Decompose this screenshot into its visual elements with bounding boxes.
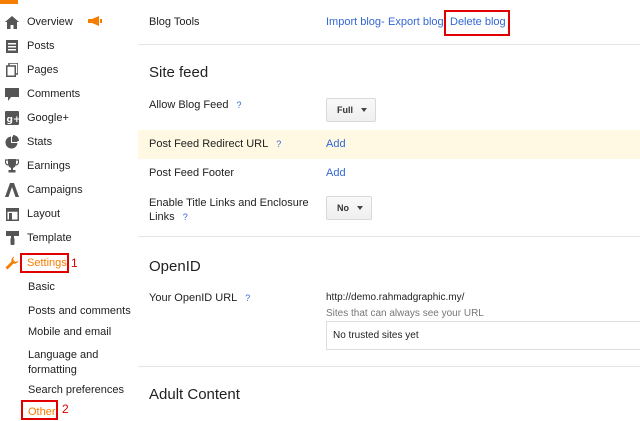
post-feed-redirect-label: Post Feed Redirect URL?	[149, 138, 281, 150]
enclosure-links-text-1: Enable Title Links and Enclosure	[149, 197, 309, 209]
template-icon	[5, 231, 19, 245]
settings-sub-mobile-email[interactable]: Mobile and email	[28, 325, 111, 340]
allow-blog-feed-select[interactable]: Full	[326, 98, 376, 122]
trophy-icon	[5, 159, 19, 173]
caret-down-icon	[361, 108, 367, 112]
help-icon[interactable]: ?	[183, 212, 188, 222]
post-feed-footer-label: Post Feed Footer	[149, 167, 234, 179]
wrench-icon	[5, 256, 19, 270]
annotation-number-2: 2	[62, 402, 69, 416]
blog-tools-label: Blog Tools	[149, 16, 200, 28]
settings-sub-language-formatting[interactable]: Language and formatting	[28, 348, 108, 378]
comments-icon	[5, 87, 19, 101]
annotation-box-other	[21, 400, 58, 420]
home-icon	[5, 15, 19, 29]
import-blog-link[interactable]: Import blog	[326, 16, 381, 28]
post-feed-redirect-text: Post Feed Redirect URL	[149, 138, 269, 150]
enclosure-links-text-2: Links	[149, 211, 175, 223]
openid-url-label: Your OpenID URL?	[149, 292, 250, 304]
annotation-box-delete	[444, 10, 510, 36]
settings-sub-posts-comments[interactable]: Posts and comments	[28, 304, 131, 319]
allow-blog-feed-label: Allow Blog Feed?	[149, 99, 242, 111]
sidebar-item-earnings[interactable]: Earnings	[0, 155, 70, 177]
annotation-box-settings	[20, 253, 69, 273]
export-blog-link[interactable]: Export blog	[388, 16, 444, 28]
divider	[138, 366, 640, 367]
sidebar-item-layout[interactable]: Layout	[0, 203, 60, 225]
openid-url-value: http://demo.rahmadgraphic.my/	[326, 292, 465, 303]
enclosure-links-value: No	[337, 203, 349, 213]
active-indicator	[0, 0, 18, 4]
trusted-sites-box: No trusted sites yet	[326, 321, 640, 350]
post-feed-footer-add-link[interactable]: Add	[326, 167, 346, 179]
stats-icon	[5, 135, 19, 149]
google-plus-icon: g+	[5, 111, 19, 125]
svg-text:g+: g+	[7, 115, 20, 125]
help-icon[interactable]: ?	[245, 293, 250, 303]
post-feed-redirect-add-link[interactable]: Add	[326, 138, 346, 150]
sidebar-item-label: Overview	[27, 16, 73, 28]
sidebar-item-label: Stats	[27, 136, 53, 148]
divider	[138, 236, 640, 237]
sidebar-item-label: Google+	[27, 112, 69, 124]
sidebar-item-comments[interactable]: Comments	[0, 83, 80, 105]
trusted-sites-text: No trusted sites yet	[333, 330, 419, 341]
sidebar-item-label: Posts	[27, 40, 55, 52]
divider	[138, 44, 640, 45]
megaphone-icon	[87, 15, 102, 29]
enclosure-links-text-2-row: Links?	[149, 210, 309, 224]
allow-blog-feed-text: Allow Blog Feed	[149, 99, 229, 111]
sidebar-item-stats[interactable]: Stats	[0, 131, 52, 153]
link-separator: -	[381, 16, 385, 28]
openid-hint: Sites that can always see your URL	[326, 308, 484, 319]
sidebar: Overview Posts Pages Comments g+ Google+…	[0, 0, 138, 421]
sidebar-item-pages[interactable]: Pages	[0, 59, 58, 81]
settings-sub-basic[interactable]: Basic	[28, 280, 55, 295]
sidebar-item-overview[interactable]: Overview	[0, 11, 102, 33]
settings-sub-search-preferences[interactable]: Search preferences	[28, 383, 124, 398]
caret-down-icon	[357, 206, 363, 210]
sidebar-item-label: Comments	[27, 88, 81, 100]
help-icon[interactable]: ?	[276, 139, 281, 149]
sidebar-item-label: Template	[27, 232, 72, 244]
site-feed-title: Site feed	[149, 64, 209, 81]
sidebar-item-label: Earnings	[27, 160, 71, 172]
enclosure-links-label: Enable Title Links and Enclosure Links?	[149, 196, 309, 224]
pages-icon	[5, 63, 19, 77]
openid-title: OpenID	[149, 258, 201, 275]
adult-content-title: Adult Content	[149, 386, 240, 403]
help-icon[interactable]: ?	[237, 100, 242, 110]
sidebar-item-label: Pages	[27, 64, 59, 76]
campaigns-icon	[5, 183, 19, 197]
openid-url-text: Your OpenID URL	[149, 292, 238, 304]
sidebar-item-posts[interactable]: Posts	[0, 35, 55, 57]
sidebar-item-label: Campaigns	[27, 184, 83, 196]
allow-blog-feed-value: Full	[337, 105, 353, 115]
layout-icon	[5, 207, 19, 221]
sidebar-item-template[interactable]: Template	[0, 227, 72, 249]
annotation-number-1: 1	[71, 256, 78, 270]
posts-icon	[5, 39, 19, 53]
sidebar-item-campaigns[interactable]: Campaigns	[0, 179, 83, 201]
sidebar-item-label: Layout	[27, 208, 61, 220]
sidebar-item-google-plus[interactable]: g+ Google+	[0, 107, 69, 129]
enclosure-links-select[interactable]: No	[326, 196, 372, 220]
